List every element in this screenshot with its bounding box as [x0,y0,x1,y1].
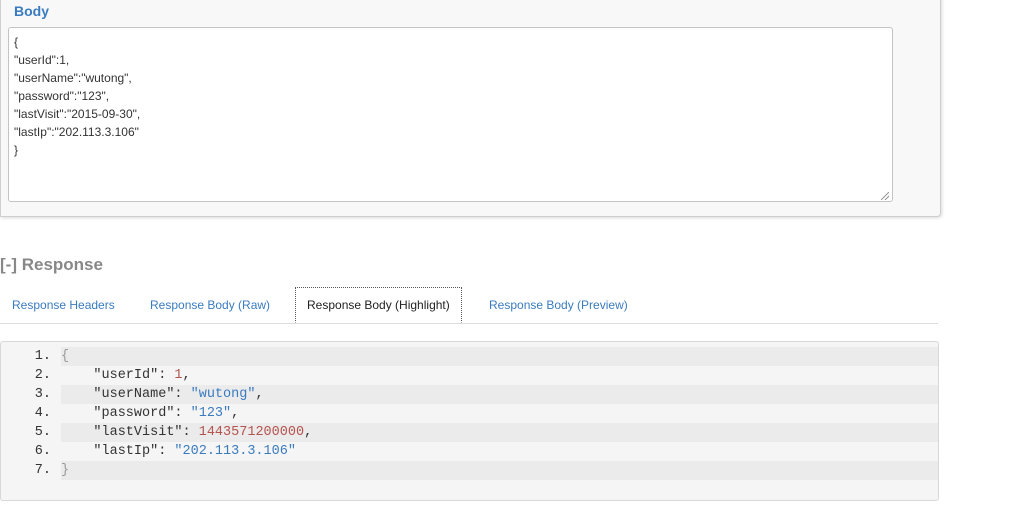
json-key: "password" [93,406,175,421]
response-code-view: 1.{2. "userId": 1, 3. "userName": "wutong… [0,341,939,501]
json-separator: : [182,425,199,440]
json-value: 1443571200000 [198,425,305,440]
json-value: "202.113.3.106" [174,444,296,459]
json-separator: : [158,368,175,383]
json-key: "userName" [93,387,175,402]
response-heading[interactable]: [-] Response [0,255,103,275]
json-key: "lastVisit" [93,425,183,440]
json-punctuation: , [255,387,264,402]
line-content: "userName": "wutong", [61,385,938,404]
body-label: Body [14,3,49,19]
code-line: 2. "userId": 1, [1,366,938,385]
resize-grip-icon[interactable] [881,192,889,200]
line-content: { [61,347,938,366]
code-line: 6. "lastIp": "202.113.3.106" [1,442,938,461]
line-content: "lastVisit": 1443571200000, [61,423,938,442]
collapse-toggle[interactable]: [-] [0,255,17,274]
line-number: 7. [34,463,51,478]
json-value: "wutong" [190,387,256,402]
code-line: 3. "userName": "wutong", [1,385,938,404]
line-number: 2. [34,368,51,383]
line-number: 4. [34,406,51,421]
response-tabs: Response Headers Response Body (Raw) Res… [0,287,938,324]
json-punctuation: , [304,425,313,440]
json-punctuation: } [61,463,70,478]
json-separator: : [158,444,175,459]
line-content: "userId": 1, [61,366,938,385]
json-key: "lastIp" [93,444,159,459]
json-punctuation: { [61,349,70,364]
line-content: "lastIp": "202.113.3.106" [61,442,938,461]
line-number: 5. [34,425,51,440]
code-line: 5. "lastVisit": 1443571200000, [1,423,938,442]
json-separator: : [174,406,191,421]
line-number: 6. [34,444,51,459]
json-value: "123" [190,406,232,421]
code-line: 1. { [1,347,938,366]
line-number: 3. [34,387,51,402]
request-body-panel: Body { "userId":1, "userName":"wutong", … [0,0,941,217]
line-content: } [61,461,938,480]
line-number: 1. [34,349,51,364]
body-textarea[interactable]: { "userId":1, "userName":"wutong", "pass… [8,27,893,202]
tab-response-body-highlight[interactable]: Response Body (Highlight) [295,287,462,323]
json-punctuation: , [182,368,191,383]
line-content: "password": "123", [61,404,938,423]
tab-response-body-raw[interactable]: Response Body (Raw) [150,288,270,322]
json-punctuation: , [231,406,240,421]
tab-response-headers[interactable]: Response Headers [12,288,115,322]
json-key: "userId" [93,368,159,383]
json-separator: : [174,387,191,402]
code-line: 4. "password": "123", [1,404,938,423]
code-line: 7.} [1,461,938,480]
tab-response-body-preview[interactable]: Response Body (Preview) [489,288,628,322]
json-value: 1 [174,368,183,383]
response-title: Response [21,255,103,274]
